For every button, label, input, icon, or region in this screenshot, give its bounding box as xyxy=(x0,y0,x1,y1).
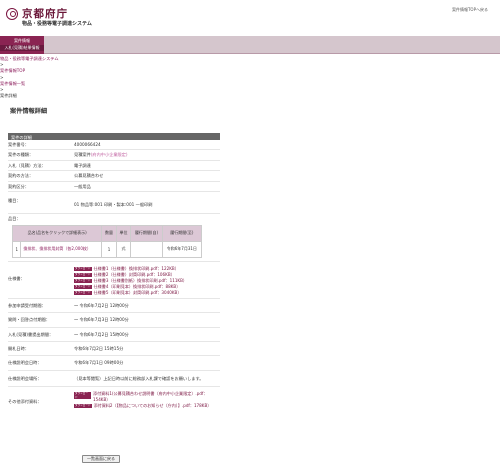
contract-method-value: 公募見積合わせ xyxy=(74,173,104,179)
spec-file-link-5[interactable]: 仕様書5（印刷見本）封筒印刷.pdf：3040KB） xyxy=(94,290,182,296)
date-label: 仕様説明会場所： xyxy=(8,375,42,381)
other-file-link-1[interactable]: 添付資料1(公募見積合わせ説明書（府内中小企業限定）.pdf：154KB） xyxy=(93,391,220,403)
date-value: 令和6年7月1日 09時00分 xyxy=(74,360,124,366)
date-label: 参加申請受付期間： xyxy=(8,302,46,308)
date-row: 開札日時： 令和6年7月2日 15時15分 xyxy=(8,342,220,357)
col-header-from: 履行期間(自) xyxy=(130,224,163,242)
date-row: 参加申請受付期間： 〜 令和6年7月2日 12時00分 xyxy=(8,299,220,314)
menu-case-info-button[interactable]: 案件情報 入札(見積)結果情報 xyxy=(0,36,44,54)
case-type-label: 案件の種類： xyxy=(8,152,34,158)
item-period-to: 令和6年7月31日 xyxy=(161,240,203,258)
date-label: 質問・回答点付期間： xyxy=(8,317,50,323)
contract-class-row: 契約区分： 一般用品 xyxy=(8,182,220,193)
download-badge: ダウンロード xyxy=(74,392,91,400)
contract-method-label: 契約の方法： xyxy=(8,173,34,179)
spec-file-item: ダウンロード 仕様書5（印刷見本）封筒印刷.pdf：3040KB） xyxy=(74,290,220,296)
date-label: 開札日時： xyxy=(8,346,29,352)
breadcrumb-list[interactable]: 案件情報一覧 xyxy=(0,81,25,86)
category-label: 種目： xyxy=(8,198,21,204)
menu-bar: 案件情報 入札(見積)結果情報 xyxy=(0,36,500,54)
date-value: 〜 令和6年7月2日 15時00分 xyxy=(74,331,129,337)
items-table: 品名(品名をクリックで詳細表示) 数量 単位 履行期間(自) 履行期間(至) 1… xyxy=(11,224,203,258)
other-attachments-row: その他添付資料： ダウンロード 添付資料1(公募見積合わせ説明書（府内中小企業限定… xyxy=(8,387,220,411)
spec-row: 仕様書： ダウンロード 仕様書1（仕様書）換排状印刷.pdf：122KB） ダウン… xyxy=(8,260,220,299)
items-label-row: 品目： xyxy=(8,214,220,223)
contract-class-label: 契約区分： xyxy=(8,183,29,189)
logo-text: 京都府庁 xyxy=(22,8,68,20)
menu-label-line1: 案件情報 xyxy=(14,38,30,43)
row-number: 1 xyxy=(11,240,22,258)
section-header: 案件の詳細 xyxy=(8,133,220,140)
case-number-row: 案件番号： 4000066424 xyxy=(8,140,220,151)
system-name: 物品・役務等電子調達システム xyxy=(22,21,92,27)
site-header: 京都府庁 物品・役務等電子調達システム 案件情報TOPへ戻る xyxy=(0,0,500,34)
download-badge: ダウンロード xyxy=(74,273,92,277)
item-qty: 1 xyxy=(101,240,117,258)
items-label: 品目： xyxy=(8,216,21,222)
download-badge: ダウンロード xyxy=(74,279,92,283)
col-header-name: 品名(品名をクリックで詳細表示) xyxy=(11,224,103,242)
bid-method-row: 入札（見積）方法： 電子調達 xyxy=(8,161,220,172)
case-number-value: 4000066424 xyxy=(74,142,101,147)
logo[interactable]: 京都府庁 xyxy=(6,6,68,21)
other-file-item: ダウンロード 添付資料1(公募見積合わせ説明書（府内中小企業限定）.pdf：154… xyxy=(74,391,220,403)
menu-label-line2[interactable]: 入札(見積)結果情報 xyxy=(0,45,44,51)
col-header-to: 履行期間(至) xyxy=(161,224,203,242)
spec-file-list: ダウンロード 仕様書1（仕様書）換排状印刷.pdf：122KB） ダウンロード 仕様… xyxy=(74,264,220,298)
date-row: 入札(見積)書提出期間： 〜 令和6年7月2日 15時00分 xyxy=(8,328,220,343)
download-badge: ダウンロード xyxy=(74,285,92,289)
item-name-link[interactable]: 換排状、換排状用封筒（各2,000枚） xyxy=(23,246,90,251)
other-attachments-label: その他添付資料： xyxy=(8,399,42,405)
date-value: 〜 令和6年7月2日 12時00分 xyxy=(74,302,129,308)
spec-label: 仕様書： xyxy=(8,275,25,281)
prefecture-seal-icon xyxy=(6,7,18,20)
table-row: 1 換排状、換排状用封筒（各2,000枚） 1 式 令和6年7月31日 xyxy=(11,240,203,258)
col-header-unit: 単位 xyxy=(115,224,132,242)
bid-method-label: 入札（見積）方法： xyxy=(8,162,46,168)
col-header-qty: 数量 xyxy=(101,224,117,242)
contract-method-row: 契約の方法： 公募見積合わせ xyxy=(8,171,220,182)
date-row: 質問・回答点付期間： 〜 令和6年7月3日 12時00分 xyxy=(8,313,220,328)
breadcrumb-top[interactable]: 案件情報TOP xyxy=(0,68,25,73)
item-period-from xyxy=(130,240,163,258)
case-type-value: 見積案件 xyxy=(74,152,91,158)
category-row: 種目： 01 物品等:001 印刷・製本:001 一般印刷 xyxy=(8,192,220,215)
back-to-list-button[interactable]: 一覧画面に戻る xyxy=(82,455,120,463)
top-page-link[interactable]: 案件情報TOPへ戻る xyxy=(452,7,488,13)
other-file-list: ダウンロード 添付資料1(公募見積合わせ説明書（府内中小企業限定）.pdf：154… xyxy=(74,389,220,411)
item-unit: 式 xyxy=(115,240,132,258)
date-value: 令和6年7月2日 15時15分 xyxy=(74,346,124,352)
download-badge: ダウンロード xyxy=(74,291,92,295)
items-table-header: 品名(品名をクリックで詳細表示) 数量 単位 履行期間(自) 履行期間(至) xyxy=(11,224,203,242)
other-file-link-2[interactable]: 添付資料2（【物品についてのお知らせ（庁内）】.pdf：178KB） xyxy=(94,403,212,409)
page-title: 案件情報詳細 xyxy=(10,108,48,115)
breadcrumb: 物品・役務等電子調達システム > 案件情報TOP > 案件情報一覧 > 案件詳細 xyxy=(0,56,59,99)
other-file-item: ダウンロード 添付資料2（【物品についてのお知らせ（庁内）】.pdf：178KB） xyxy=(74,403,220,409)
category-value: 01 物品等:001 印刷・製本:001 一般印刷 xyxy=(74,202,153,208)
case-type-row: 案件の種類： 見積案件(府内中小企業限定) xyxy=(8,150,220,161)
breadcrumb-home[interactable]: 物品・役務等電子調達システム xyxy=(0,56,59,61)
date-label: 入札(見積)書提出期間： xyxy=(8,331,54,337)
case-type-note: (府内中小企業限定) xyxy=(90,152,128,158)
contract-class-value: 一般用品 xyxy=(74,183,91,189)
download-badge: ダウンロード xyxy=(74,267,92,271)
case-number-label: 案件番号： xyxy=(8,142,29,147)
date-row: 仕様説明会日時： 令和6年7月1日 09時00分 xyxy=(8,356,220,371)
bid-method-value: 電子調達 xyxy=(74,162,91,168)
date-value: 〜 令和6年7月3日 12時00分 xyxy=(74,317,129,323)
case-detail-panel: 案件の詳細 案件番号： 4000066424 案件の種類： 見積案件(府内中小企… xyxy=(8,133,220,411)
date-value: （見本等閲覧）上記日時以前に総務部入札課で確認をお願いします。 xyxy=(74,375,204,381)
download-badge: ダウンロード xyxy=(74,404,92,408)
date-label: 仕様説明会日時： xyxy=(8,360,42,366)
breadcrumb-current: 案件詳細 xyxy=(0,93,17,99)
date-row: 仕様説明会場所： （見本等閲覧）上記日時以前に総務部入札課で確認をお願いします。 xyxy=(8,371,220,388)
